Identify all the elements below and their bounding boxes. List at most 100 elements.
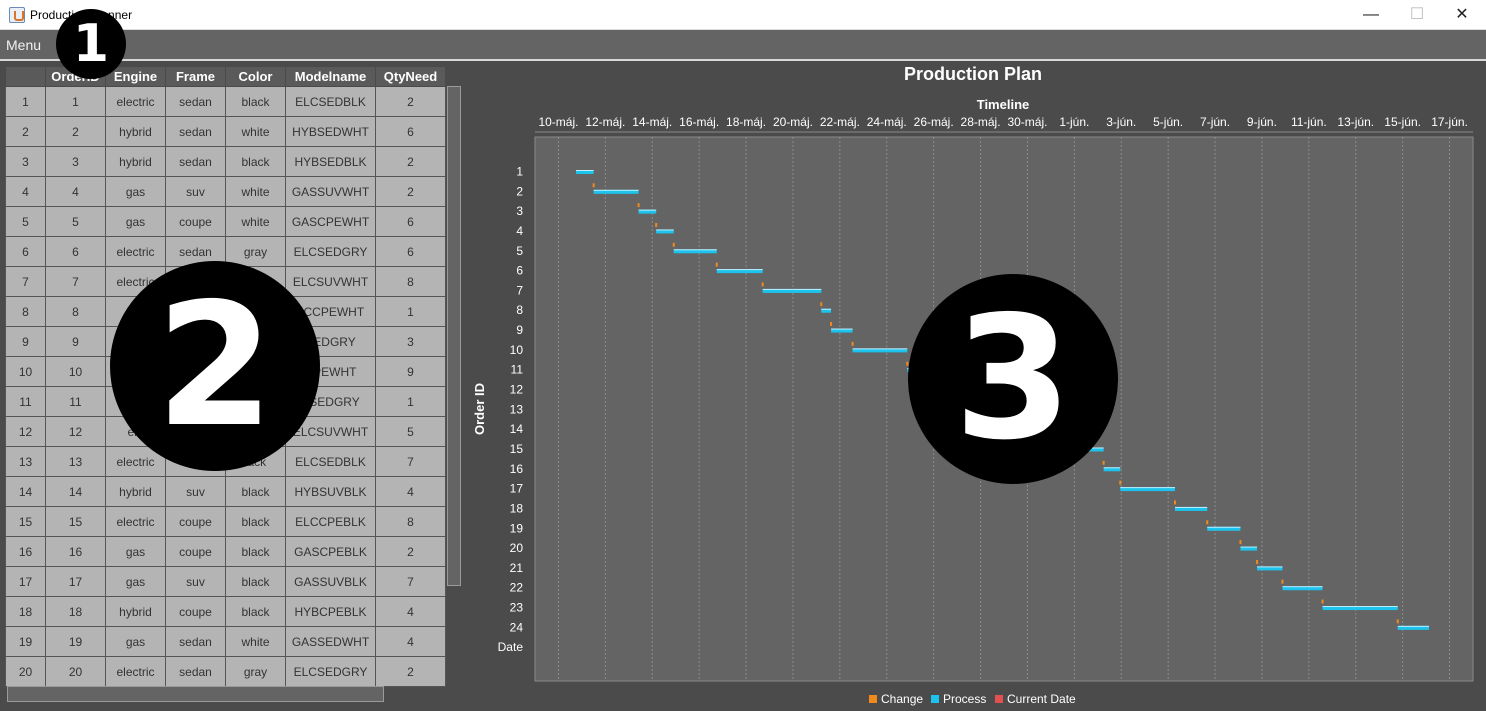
table-cell-orderid[interactable]: 4 [45, 176, 106, 207]
table-cell-engine[interactable]: electric [105, 86, 166, 117]
table-row[interactable]: 14 14 hybrid suv black HYBSUVBLK 4 [5, 476, 446, 507]
table-cell-row-number[interactable]: 4 [5, 176, 46, 207]
table-cell-modelname[interactable]: GASCPEBLK [285, 536, 376, 567]
table-cell-modelname[interactable]: ELCSEDGRY [285, 236, 376, 267]
table-cell-color[interactable]: black [225, 596, 286, 627]
table-row[interactable]: 17 17 gas suv black GASSUVBLK 7 [5, 566, 446, 597]
table-cell-qtyneed[interactable]: 3 [375, 326, 446, 357]
table-cell-modelname[interactable]: HYBSEDBLK [285, 146, 376, 177]
table-cell-qtyneed[interactable]: 9 [375, 356, 446, 387]
table-cell-qtyneed[interactable]: 8 [375, 266, 446, 297]
table-cell-qtyneed[interactable]: 2 [375, 176, 446, 207]
table-cell-frame[interactable]: coupe [165, 536, 226, 567]
table-row[interactable]: 5 5 gas coupe white GASCPEWHT 6 [5, 206, 446, 237]
table-row[interactable]: 15 15 electric coupe black ELCCPEBLK 8 [5, 506, 446, 537]
table-cell-engine[interactable]: electric [105, 656, 166, 687]
table-cell-color[interactable]: white [225, 116, 286, 147]
table-cell-engine[interactable]: hybrid [105, 596, 166, 627]
menu-button[interactable]: Menu [6, 37, 41, 53]
table-cell-orderid[interactable]: 3 [45, 146, 106, 177]
table-cell-modelname[interactable]: ELCSEDBLK [285, 446, 376, 477]
table-cell-qtyneed[interactable]: 2 [375, 536, 446, 567]
table-cell-frame[interactable]: coupe [165, 506, 226, 537]
table-cell-qtyneed[interactable]: 1 [375, 296, 446, 327]
column-header-color[interactable]: Color [225, 66, 286, 87]
table-cell-qtyneed[interactable]: 6 [375, 116, 446, 147]
table-cell-row-number[interactable]: 14 [5, 476, 46, 507]
table-cell-modelname[interactable]: ELCSUVWHT [285, 266, 376, 297]
table-cell-modelname[interactable]: GASCPEWHT [285, 206, 376, 237]
table-cell-engine[interactable]: electric [105, 236, 166, 267]
table-cell-color[interactable]: black [225, 566, 286, 597]
table-row[interactable]: 2 2 hybrid sedan white HYBSEDWHT 6 [5, 116, 446, 147]
table-cell-orderid[interactable]: 6 [45, 236, 106, 267]
table-cell-row-number[interactable]: 6 [5, 236, 46, 267]
column-header-modelname[interactable]: Modelname [285, 66, 376, 87]
table-cell-orderid[interactable]: 10 [45, 356, 106, 387]
table-cell-modelname[interactable]: ELCSEDGRY [285, 656, 376, 687]
table-cell-engine[interactable]: gas [105, 176, 166, 207]
table-cell-row-number[interactable]: 1 [5, 86, 46, 117]
table-cell-modelname[interactable]: GASSEDWHT [285, 626, 376, 657]
table-cell-orderid[interactable]: 11 [45, 386, 106, 417]
table-cell-color[interactable]: black [225, 86, 286, 117]
table-row[interactable]: 1 1 electric sedan black ELCSEDBLK 2 [5, 86, 446, 117]
table-cell-orderid[interactable]: 7 [45, 266, 106, 297]
table-cell-frame[interactable]: coupe [165, 596, 226, 627]
table-cell-orderid[interactable]: 17 [45, 566, 106, 597]
table-cell-row-number[interactable]: 15 [5, 506, 46, 537]
table-cell-frame[interactable]: suv [165, 176, 226, 207]
table-cell-frame[interactable]: suv [165, 476, 226, 507]
table-cell-row-number[interactable]: 9 [5, 326, 46, 357]
table-cell-color[interactable]: white [225, 206, 286, 237]
table-cell-orderid[interactable]: 8 [45, 296, 106, 327]
table-cell-qtyneed[interactable]: 2 [375, 86, 446, 117]
table-row[interactable]: 16 16 gas coupe black GASCPEBLK 2 [5, 536, 446, 567]
table-cell-modelname[interactable]: ELCSEDBLK [285, 86, 376, 117]
table-cell-row-number[interactable]: 16 [5, 536, 46, 567]
table-horizontal-scrollbar[interactable] [7, 686, 384, 702]
table-row[interactable]: 18 18 hybrid coupe black HYBCPEBLK 4 [5, 596, 446, 627]
table-cell-orderid[interactable]: 19 [45, 626, 106, 657]
table-cell-orderid[interactable]: 1 [45, 86, 106, 117]
table-cell-orderid[interactable]: 18 [45, 596, 106, 627]
table-cell-row-number[interactable]: 18 [5, 596, 46, 627]
table-vertical-scrollbar[interactable] [447, 86, 461, 586]
table-cell-color[interactable]: black [225, 146, 286, 177]
table-cell-engine[interactable]: gas [105, 566, 166, 597]
table-cell-qtyneed[interactable]: 7 [375, 446, 446, 477]
table-cell-color[interactable]: white [225, 626, 286, 657]
table-cell-frame[interactable]: sedan [165, 146, 226, 177]
table-row[interactable]: 19 19 gas sedan white GASSEDWHT 4 [5, 626, 446, 657]
table-cell-engine[interactable]: hybrid [105, 146, 166, 177]
table-cell-orderid[interactable]: 12 [45, 416, 106, 447]
column-header-qtyneed[interactable]: QtyNeed [375, 66, 446, 87]
table-cell-qtyneed[interactable]: 2 [375, 146, 446, 177]
table-cell-row-number[interactable]: 20 [5, 656, 46, 687]
table-cell-engine[interactable]: gas [105, 536, 166, 567]
table-cell-row-number[interactable]: 12 [5, 416, 46, 447]
table-cell-qtyneed[interactable]: 5 [375, 416, 446, 447]
table-cell-frame[interactable]: sedan [165, 626, 226, 657]
table-cell-orderid[interactable]: 5 [45, 206, 106, 237]
table-cell-orderid[interactable]: 16 [45, 536, 106, 567]
table-cell-qtyneed[interactable]: 4 [375, 476, 446, 507]
table-row[interactable]: 4 4 gas suv white GASSUVWHT 2 [5, 176, 446, 207]
table-cell-frame[interactable]: sedan [165, 116, 226, 147]
table-cell-modelname[interactable]: HYBSUVBLK [285, 476, 376, 507]
table-cell-qtyneed[interactable]: 8 [375, 506, 446, 537]
table-cell-frame[interactable]: sedan [165, 656, 226, 687]
table-cell-row-number[interactable]: 2 [5, 116, 46, 147]
minimize-button[interactable]: — [1348, 0, 1394, 30]
maximize-button[interactable]: ☐ [1394, 0, 1440, 30]
table-cell-qtyneed[interactable]: 2 [375, 656, 446, 687]
table-cell-qtyneed[interactable]: 4 [375, 626, 446, 657]
column-header-frame[interactable]: Frame [165, 66, 226, 87]
table-cell-row-number[interactable]: 11 [5, 386, 46, 417]
table-cell-orderid[interactable]: 13 [45, 446, 106, 477]
table-cell-orderid[interactable]: 9 [45, 326, 106, 357]
table-row[interactable]: 3 3 hybrid sedan black HYBSEDBLK 2 [5, 146, 446, 177]
table-cell-qtyneed[interactable]: 1 [375, 386, 446, 417]
table-cell-qtyneed[interactable]: 7 [375, 566, 446, 597]
column-header-row-number[interactable] [5, 66, 46, 87]
